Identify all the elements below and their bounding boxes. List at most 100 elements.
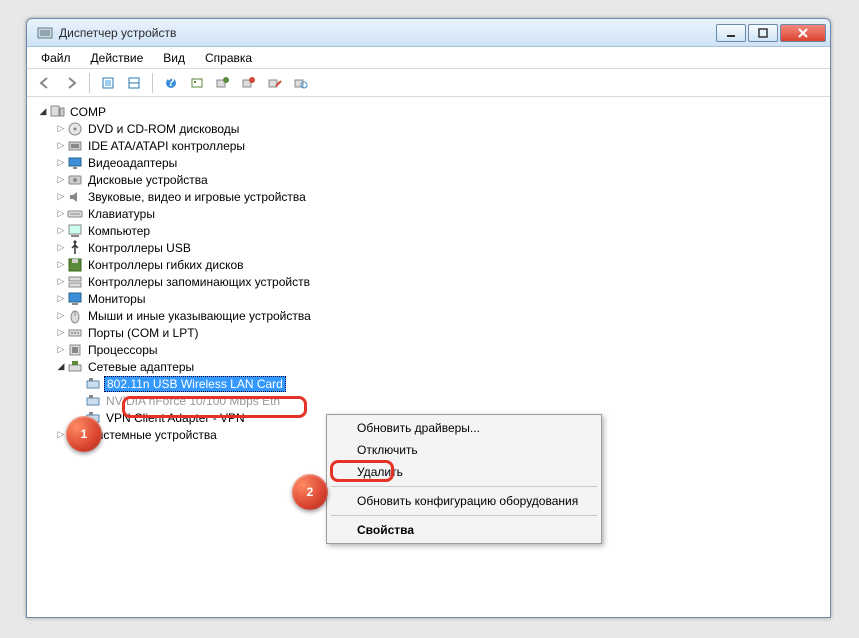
tree-category[interactable]: ▷Видеоадаптеры xyxy=(55,154,828,171)
tree-category[interactable]: ▷ Процессоры xyxy=(55,341,828,358)
toolbar-btn-5[interactable] xyxy=(237,72,261,94)
tree-device-label: 802.11n USB Wireless LAN Card xyxy=(104,376,286,392)
cpu-icon xyxy=(67,342,83,358)
context-menu-item[interactable]: Обновить драйверы... xyxy=(329,417,599,439)
keyboard-icon xyxy=(67,206,83,222)
expand-icon[interactable]: ▷ xyxy=(55,259,67,270)
toolbar-separator xyxy=(152,73,153,93)
tree-category-label: Контроллеры USB xyxy=(86,241,193,255)
tree-category-label: DVD и CD-ROM дисководы xyxy=(86,122,241,136)
tree-category[interactable]: ▷ Контроллеры USB xyxy=(55,239,828,256)
svg-text:?: ? xyxy=(167,76,174,89)
disc-icon xyxy=(67,121,83,137)
tree-category[interactable]: ▷ Мыши и иные указывающие устройства xyxy=(55,307,828,324)
tree-category[interactable]: ▷ Звуковые, видео и игровые устройства xyxy=(55,188,828,205)
tree-category-label: Контроллеры гибких дисков xyxy=(86,258,246,272)
tree-category[interactable]: ▷ Мониторы xyxy=(55,290,828,307)
expand-icon[interactable]: ▷ xyxy=(55,344,67,355)
tree-category[interactable]: ▷ Компьютер xyxy=(55,222,828,239)
expand-icon[interactable]: ▷ xyxy=(55,310,67,321)
tree-category-label: Контроллеры запоминающих устройств xyxy=(86,275,312,289)
expand-icon[interactable]: ◢ xyxy=(55,361,67,372)
context-menu-separator xyxy=(331,486,597,487)
tree-device[interactable]: 802.11n USB Wireless LAN Card xyxy=(73,375,828,392)
expand-icon[interactable]: ▷ xyxy=(55,140,67,151)
context-menu-item[interactable]: Обновить конфигурацию оборудования xyxy=(329,490,599,512)
tree-category[interactable]: ▷ Контроллеры запоминающих устройств xyxy=(55,273,828,290)
tree-device[interactable]: NVIDIA nForce 10/100 Mbps Eth xyxy=(73,392,828,409)
port-icon xyxy=(67,325,83,341)
tree-category[interactable]: ▷ Дисковые устройства xyxy=(55,171,828,188)
tree-device-label: NVIDIA nForce 10/100 Mbps Eth xyxy=(104,394,282,408)
menu-help[interactable]: Справка xyxy=(197,49,260,67)
toolbar-btn-6[interactable] xyxy=(263,72,287,94)
expand-icon[interactable]: ◢ xyxy=(37,106,49,117)
expand-icon[interactable]: ▷ xyxy=(55,208,67,219)
toolbar-btn-2[interactable] xyxy=(122,72,146,94)
expand-icon[interactable]: ▷ xyxy=(55,242,67,253)
expand-icon[interactable]: ▷ xyxy=(55,123,67,134)
context-menu-item[interactable]: Удалить xyxy=(329,461,599,483)
usb-icon xyxy=(67,240,83,256)
tree-category[interactable]: ▷ DVD и CD-ROM дисководы xyxy=(55,120,828,137)
tree-category[interactable]: ▷ Клавиатуры xyxy=(55,205,828,222)
expand-icon[interactable]: ▷ xyxy=(55,276,67,287)
menubar: Файл Действие Вид Справка xyxy=(27,47,830,69)
computer-icon xyxy=(49,104,65,120)
tree-category-label: Дисковые устройства xyxy=(86,173,210,187)
tree-category-label: IDE ATA/ATAPI контроллеры xyxy=(86,139,247,153)
callout-badge-2: 2 xyxy=(292,474,328,510)
context-menu: Обновить драйверы...ОтключитьУдалить Обно… xyxy=(326,414,602,544)
tree-category-label: Компьютер xyxy=(86,224,152,238)
toolbar-btn-1[interactable] xyxy=(96,72,120,94)
monitor-icon xyxy=(67,291,83,307)
menu-view[interactable]: Вид xyxy=(155,49,193,67)
menu-action[interactable]: Действие xyxy=(83,49,152,67)
hdd-icon xyxy=(67,172,83,188)
tree-category-label: Процессоры xyxy=(86,343,160,357)
toolbar-help-button[interactable]: ? xyxy=(159,72,183,94)
toolbar-btn-3[interactable] xyxy=(185,72,209,94)
tree-device-label: VPN Client Adapter - VPN xyxy=(104,411,247,425)
mouse-icon xyxy=(67,308,83,324)
ide-icon xyxy=(67,138,83,154)
expand-icon[interactable]: ▷ xyxy=(55,225,67,236)
network-icon xyxy=(67,359,83,375)
toolbar-btn-4[interactable] xyxy=(211,72,235,94)
app-icon xyxy=(37,25,53,41)
close-button[interactable] xyxy=(780,24,826,42)
tree-category-label: Мониторы xyxy=(86,292,147,306)
toolbar-back-button[interactable] xyxy=(33,72,57,94)
storage-icon xyxy=(67,274,83,290)
expand-icon[interactable]: ▷ xyxy=(55,191,67,202)
expand-icon[interactable]: ▷ xyxy=(55,157,67,168)
tree-root[interactable]: ◢COMP xyxy=(37,103,828,120)
expand-icon[interactable]: ▷ xyxy=(55,293,67,304)
tree-category-label: Порты (COM и LPT) xyxy=(86,326,201,340)
titlebar[interactable]: Диспетчер устройств xyxy=(27,19,830,47)
menu-file[interactable]: Файл xyxy=(33,49,79,67)
maximize-button[interactable] xyxy=(748,24,778,42)
tree-category[interactable]: ▷ Контроллеры гибких дисков xyxy=(55,256,828,273)
tree-category[interactable]: ▷ Порты (COM и LPT) xyxy=(55,324,828,341)
window-title: Диспетчер устройств xyxy=(59,26,716,40)
tree-category[interactable]: ▷ IDE ATA/ATAPI контроллеры xyxy=(55,137,828,154)
computer-icon xyxy=(67,223,83,239)
tree-category-label: Клавиатуры xyxy=(86,207,157,221)
window-buttons xyxy=(716,24,826,42)
toolbar-forward-button[interactable] xyxy=(59,72,83,94)
toolbar: ? xyxy=(27,69,830,97)
context-menu-item[interactable]: Свойства xyxy=(329,519,599,541)
expand-icon[interactable]: ▷ xyxy=(55,174,67,185)
context-menu-item[interactable]: Отключить xyxy=(329,439,599,461)
netcard-icon xyxy=(85,376,101,392)
sound-icon xyxy=(67,189,83,205)
toolbar-btn-7[interactable] xyxy=(289,72,313,94)
context-menu-separator xyxy=(331,515,597,516)
netcard-icon xyxy=(85,393,101,409)
tree-category-label: Звуковые, видео и игровые устройства xyxy=(86,190,308,204)
tree-category[interactable]: ◢Сетевые адаптеры xyxy=(55,358,828,375)
minimize-button[interactable] xyxy=(716,24,746,42)
expand-icon[interactable]: ▷ xyxy=(55,327,67,338)
tree-category-label: Мыши и иные указывающие устройства xyxy=(86,309,313,323)
